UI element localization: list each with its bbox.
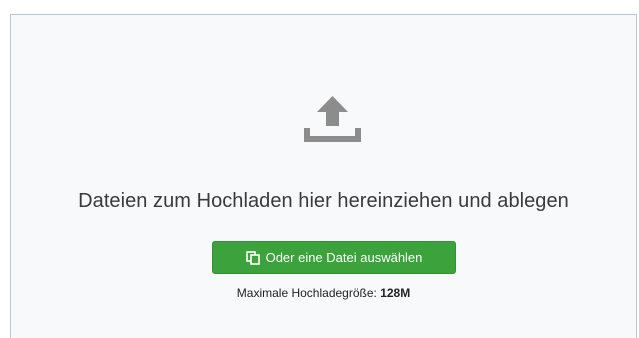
max-upload-size: Maximale Hochladegröße: 128M	[11, 286, 636, 300]
file-dropzone[interactable]: Dateien zum Hochladen hier hereinziehen …	[10, 14, 637, 338]
select-file-button[interactable]: Oder eine Datei auswählen	[212, 241, 456, 274]
upload-icon	[304, 96, 361, 142]
page: Dateien zum Hochladen hier hereinziehen …	[0, 0, 639, 338]
dropzone-instructions: Dateien zum Hochladen hier hereinziehen …	[78, 190, 569, 212]
copy-icon	[245, 250, 260, 265]
max-upload-size-value: 128M	[380, 286, 411, 300]
select-file-button-label: Oder eine Datei auswählen	[265, 250, 423, 265]
max-upload-size-label: Maximale Hochladegröße:	[236, 286, 377, 300]
